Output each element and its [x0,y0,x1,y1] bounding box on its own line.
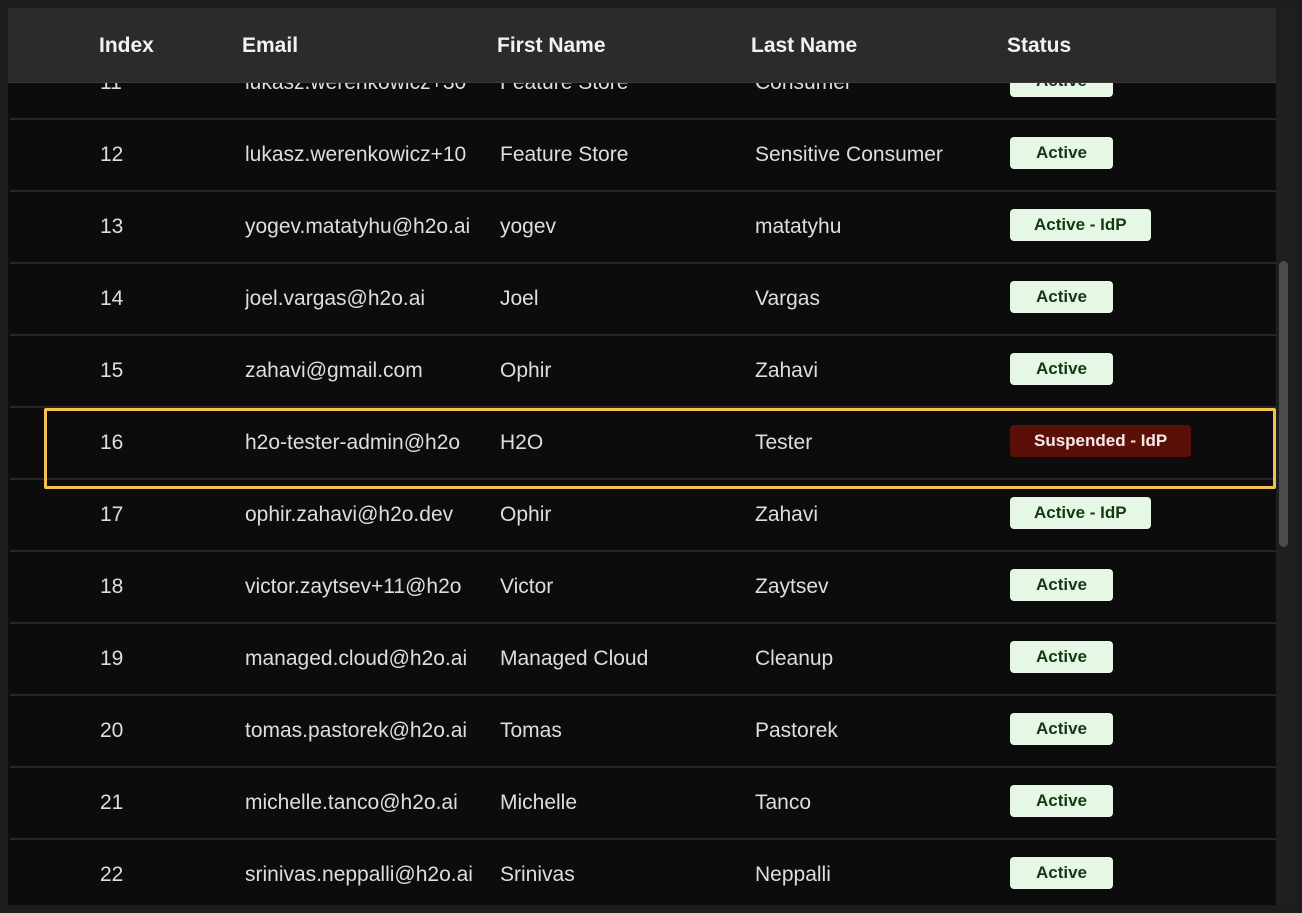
table-row[interactable]: 13 yogev.matatyhu@h2o.ai yogev matatyhu Acti… [10,192,1276,264]
table-row[interactable]: 20 tomas.pastorek@h2o.ai Tomas Pastorek Acti… [10,696,1276,768]
cell-email: ophir.zahavi@h2o.dev [245,503,454,526]
cell-first-name: yogev [500,215,557,238]
cell-status: Active [1010,336,1270,406]
cell-first-name: H2O [500,431,544,454]
cell-status: Active [1010,768,1270,838]
table-row[interactable]: 22 srinivas.neppalli@h2o.ai Srinivas Neppal… [10,840,1276,905]
cell-last-name: Zaytsev [755,575,829,598]
status-badge: Active [1010,353,1113,386]
cell-index: 16 [100,431,124,454]
cell-status: Active [1010,696,1270,766]
cell-email: joel.vargas@h2o.ai [245,287,426,310]
cell-last-name: matatyhu [755,215,842,238]
table-row[interactable]: 15 zahavi@gmail.com Ophir Zahavi Active [10,336,1276,408]
cell-first-name: Joel [500,287,539,310]
cell-email: h2o-tester-admin@h2o [245,431,461,454]
column-header-first-name[interactable]: First Name [497,8,606,82]
cell-last-name: Zahavi [755,503,819,526]
table-row[interactable]: 18 victor.zaytsev+11@h2o Victor Zaytsev Acti… [10,552,1276,624]
scrollbar-thumb[interactable] [1279,261,1288,547]
cell-email: lukasz.werenkowicz+10 [245,143,467,166]
cell-index: 17 [100,503,124,526]
column-header-index[interactable]: Index [99,8,154,82]
cell-index: 18 [100,575,124,598]
cell-first-name: Srinivas [500,863,575,886]
cell-first-name: Ophir [500,359,552,382]
cell-last-name: Tanco [755,791,812,814]
cell-last-name: Cleanup [755,647,834,670]
cell-email: managed.cloud@h2o.ai [245,647,468,670]
cell-status: Active [1010,840,1270,905]
cell-first-name: Michelle [500,791,578,814]
table-row[interactable]: 21 michelle.tanco@h2o.ai Michelle Tanco Acti… [10,768,1276,840]
cell-index: 20 [100,719,124,742]
cell-email: michelle.tanco@h2o.ai [245,791,458,814]
status-badge: Active [1010,137,1113,170]
cell-email: yogev.matatyhu@h2o.ai [245,215,471,238]
cell-status: Active [1010,120,1270,190]
cell-last-name: Vargas [755,287,820,310]
cell-first-name: Tomas [500,719,562,742]
cell-status: Active [1010,552,1270,622]
cell-index: 13 [100,215,124,238]
cell-last-name: Sensitive Consumer [755,143,943,166]
status-badge: Active - IdP [1010,209,1151,242]
cell-email: zahavi@gmail.com [245,359,423,382]
column-header-status[interactable]: Status [1007,8,1071,82]
cell-status: Active [1010,624,1270,694]
cell-index: 19 [100,647,124,670]
cell-last-name: Tester [755,431,813,454]
status-badge: Suspended - IdP [1010,425,1192,458]
status-badge: Active [1010,857,1113,890]
status-badge: Active [1010,281,1113,314]
cell-status: Active - IdP [1010,480,1270,550]
table-row[interactable]: 17 ophir.zahavi@h2o.dev Ophir Zahavi Active … [10,480,1276,552]
cell-index: 21 [100,791,124,814]
cell-email: victor.zaytsev+11@h2o [245,575,462,598]
cell-last-name: Zahavi [755,359,819,382]
cell-status: Active [1010,264,1270,334]
cell-first-name: Managed Cloud [500,647,649,670]
table-header: Index Email First Name Last Name Status [8,8,1276,82]
cell-index: 12 [100,143,124,166]
cell-last-name: Pastorek [755,719,838,742]
table-row[interactable]: 12 lukasz.werenkowicz+10 Feature Store Sens… [10,120,1276,192]
cell-index: 15 [100,359,124,382]
status-badge: Active [1010,713,1113,746]
table-row[interactable]: 16 h2o-tester-admin@h2o H2O Tester Suspended… [10,408,1276,480]
cell-first-name: Victor [500,575,554,598]
cell-last-name: Neppalli [755,863,831,886]
cell-email: tomas.pastorek@h2o.ai [245,719,468,742]
table-row[interactable]: 14 joel.vargas@h2o.ai Joel Vargas Active [10,264,1276,336]
cell-index: 14 [100,287,124,310]
column-header-email[interactable]: Email [242,8,298,82]
cell-first-name: Feature Store [500,143,629,166]
status-badge: Active [1010,569,1113,602]
status-badge: Active [1010,785,1113,818]
status-badge: Active - IdP [1010,497,1151,530]
cell-first-name: Ophir [500,503,552,526]
column-header-last-name[interactable]: Last Name [751,8,857,82]
table-row[interactable]: 19 managed.cloud@h2o.ai Managed Cloud Clean… [10,624,1276,696]
cell-index: 22 [100,863,124,886]
cell-status: Active - IdP [1010,192,1270,262]
status-badge: Active [1010,641,1113,674]
cell-status: Suspended - IdP [1010,408,1270,478]
cell-email: srinivas.neppalli@h2o.ai [245,863,473,886]
users-table: Index Email First Name Last Name Status … [8,8,1296,905]
table-body: 11 lukasz.werenkowicz+30 Feature Store Cons… [10,48,1276,905]
